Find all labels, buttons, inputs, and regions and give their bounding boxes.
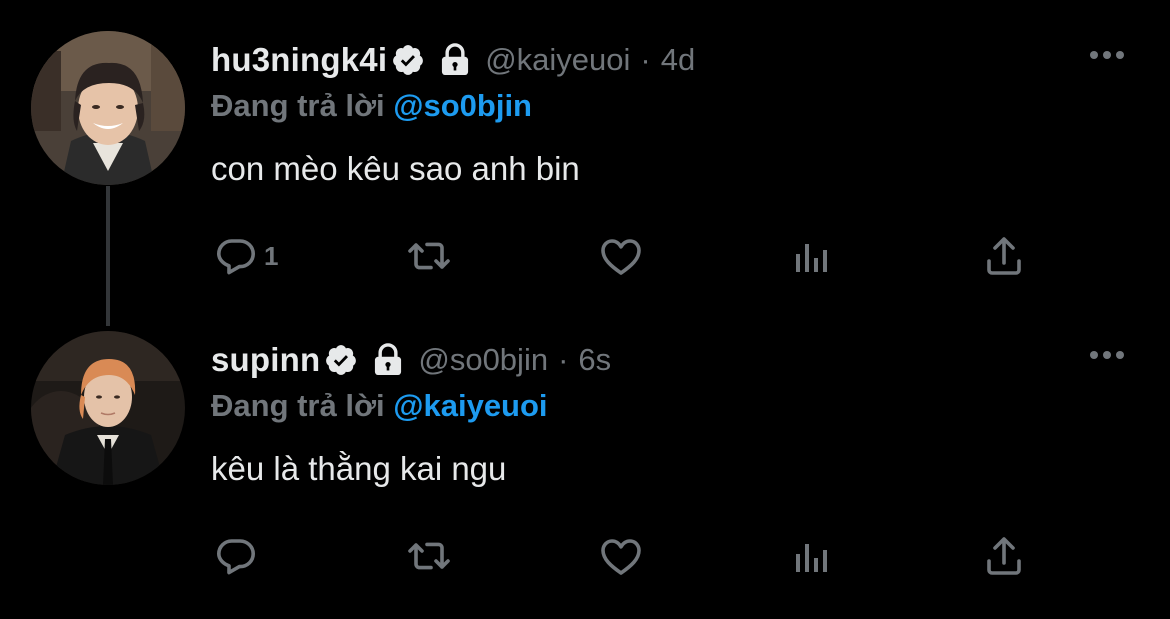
analytics-button[interactable]: [788, 228, 836, 284]
tweet-timestamp[interactable]: 4d: [661, 42, 695, 78]
user-handle[interactable]: @so0bjin: [418, 342, 548, 378]
reply-button[interactable]: [212, 528, 264, 584]
avatar[interactable]: [31, 31, 185, 185]
reply-mention-link[interactable]: @so0bjin: [393, 88, 532, 123]
like-icon: [601, 539, 641, 575]
reply-mention-link[interactable]: @kaiyeuoi: [393, 388, 547, 423]
display-name[interactable]: supinn: [211, 341, 320, 379]
share-icon: [987, 537, 1021, 575]
tweet[interactable]: hu3ningk4i @kaiyeuoi · 4d Đang trả lời @…: [0, 0, 1170, 300]
tweet-actions: 1: [0, 228, 1170, 284]
analytics-icon: [796, 244, 827, 272]
replying-to-label: Đang trả lời: [211, 88, 385, 123]
more-icon[interactable]: [1088, 344, 1126, 366]
display-name[interactable]: hu3ningk4i: [211, 41, 387, 79]
retweet-button[interactable]: [405, 528, 453, 584]
replying-to-label: Đang trả lời: [211, 388, 385, 423]
analytics-button[interactable]: [788, 528, 836, 584]
separator-dot: ·: [640, 42, 651, 77]
reply-icon: [217, 239, 255, 275]
tweet-text: kêu là thằng kai ngu: [211, 450, 507, 487]
tweet-header: hu3ningk4i @kaiyeuoi · 4d: [211, 38, 695, 82]
like-button[interactable]: [597, 228, 645, 284]
retweet-icon: [408, 542, 450, 570]
tweet-text: con mèo kêu sao anh bin: [211, 150, 580, 187]
tweet[interactable]: supinn @so0bjin · 6s Đang trả lời @kaiye…: [0, 300, 1170, 619]
reply-icon: [217, 539, 255, 575]
avatar[interactable]: [31, 331, 185, 485]
lock-icon: [442, 43, 469, 76]
replying-to-line: Đang trả lời @kaiyeuoi: [211, 388, 548, 424]
retweet-icon: [408, 242, 450, 270]
reply-count: 1: [264, 240, 279, 271]
analytics-icon: [796, 544, 827, 572]
verified-badge-icon: [393, 45, 424, 75]
like-button[interactable]: [597, 528, 645, 584]
verified-badge-icon: [326, 345, 357, 375]
share-button[interactable]: [980, 228, 1028, 284]
replying-to-line: Đang trả lời @so0bjin: [211, 88, 532, 124]
tweet-timestamp[interactable]: 6s: [578, 342, 611, 378]
lock-icon: [375, 343, 402, 376]
user-handle[interactable]: @kaiyeuoi: [485, 42, 630, 78]
share-button[interactable]: [980, 528, 1028, 584]
share-icon: [987, 237, 1021, 275]
more-icon[interactable]: [1088, 44, 1126, 66]
separator-dot: ·: [558, 342, 569, 377]
tweet-actions: [0, 528, 1170, 584]
like-icon: [601, 239, 641, 275]
tweet-header: supinn @so0bjin · 6s: [211, 338, 611, 382]
reply-button[interactable]: 1: [212, 228, 278, 284]
retweet-button[interactable]: [405, 228, 453, 284]
